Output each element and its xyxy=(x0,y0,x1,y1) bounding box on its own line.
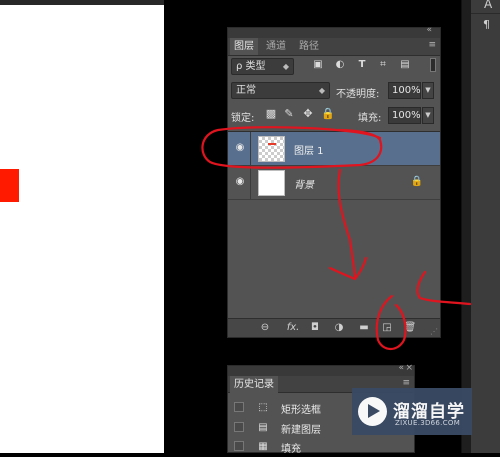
opacity-input[interactable]: 100% xyxy=(388,82,421,99)
adjustment-layer-icon[interactable]: ◑ xyxy=(332,321,346,335)
lock-fill-row: 锁定: ▩ ✎ ✥ 🔒 填充: 100% ▼ xyxy=(228,106,440,128)
history-item-label: 矩形选框 xyxy=(281,405,321,416)
filter-toggle-switch[interactable] xyxy=(430,58,436,72)
lock-all-icon[interactable]: 🔒 xyxy=(321,108,335,120)
collapse-icon[interactable]: « xyxy=(398,363,404,373)
delete-layer-icon[interactable]: 🗑 xyxy=(403,321,417,335)
tab-layers[interactable]: 图层 xyxy=(230,38,258,55)
dock-divider[interactable] xyxy=(461,0,471,453)
opacity-label: 不透明度: xyxy=(336,89,380,100)
document-canvas[interactable] xyxy=(0,5,164,453)
layer-name[interactable]: 背景 xyxy=(294,176,314,191)
layers-panel-tabs: 图层 通道 路径 ≡ xyxy=(228,38,440,56)
paragraph-panel-icon[interactable]: ¶ xyxy=(483,18,490,31)
watermark-subtitle: ZIXUE.3D66.COM xyxy=(395,419,461,427)
chevron-updown-icon: ◆ xyxy=(282,62,289,71)
blend-mode-select[interactable]: 正常 ◆ xyxy=(231,82,330,99)
blend-opacity-row: 正常 ◆ 不透明度: 100% ▼ xyxy=(228,80,440,102)
layer-thumbnail xyxy=(258,136,285,162)
tab-paths[interactable]: 路径 xyxy=(295,38,323,55)
search-icon: ρ xyxy=(236,61,243,72)
shape-filter-icon[interactable]: ⌗ xyxy=(378,60,388,70)
visibility-eye-icon[interactable]: ◉ xyxy=(234,142,246,154)
filter-kind-select[interactable]: ρ 类型 ◆ xyxy=(231,58,294,75)
fill-dropdown-button[interactable]: ▼ xyxy=(422,107,434,124)
new-group-icon[interactable]: ▬ xyxy=(357,321,371,335)
watermark-logo-icon xyxy=(358,397,387,426)
layers-bottom-toolbar: ⊖ fx. ◘ ◑ ▬ ◲ 🗑 ⋰ xyxy=(228,318,440,337)
thumbnail-red-mark xyxy=(268,143,276,145)
history-source-checkbox[interactable] xyxy=(234,422,244,432)
chevron-updown-icon: ◆ xyxy=(318,86,325,95)
eye-column-divider xyxy=(250,132,251,165)
rectangular-marquee-icon: ⬚ xyxy=(258,402,268,413)
play-icon xyxy=(368,404,380,418)
layer-thumbnail xyxy=(258,170,285,196)
lock-position-icon[interactable]: ✥ xyxy=(302,108,314,120)
opacity-dropdown-button[interactable]: ▼ xyxy=(422,82,434,99)
adjustment-filter-icon[interactable]: ◐ xyxy=(335,60,345,70)
layer-lock-icon: 🔒 xyxy=(410,176,423,187)
panel-titlebar[interactable]: « × xyxy=(228,363,414,376)
history-source-checkbox[interactable] xyxy=(234,402,244,412)
collapse-icon[interactable]: « xyxy=(426,25,432,35)
new-layer-icon[interactable]: ◲ xyxy=(380,321,394,335)
lock-label: 锁定: xyxy=(231,113,255,124)
watermark: 溜溜自学 ZIXUE.3D66.COM xyxy=(352,388,472,435)
eye-column-divider xyxy=(250,166,251,199)
layers-list: ◉ 图层 1 ◉ 背景 🔒 xyxy=(228,131,440,322)
history-item-label: 新建图层 xyxy=(281,425,321,436)
blend-mode-value: 正常 xyxy=(236,85,256,96)
visibility-eye-icon[interactable]: ◉ xyxy=(234,176,246,188)
history-item[interactable]: ▦ 填充 xyxy=(228,437,414,457)
layers-panel: « 图层 通道 路径 ≡ ρ 类型 ◆ ▣ ◐ T ⌗ ▤ 正常 ◆ 不透明度:… xyxy=(227,25,441,338)
layer-row-background[interactable]: ◉ 背景 🔒 xyxy=(228,166,440,200)
fill-label: 填充: xyxy=(358,113,382,124)
dock-separator xyxy=(471,13,500,14)
new-layer-icon: ▤ xyxy=(258,422,268,433)
tab-channels[interactable]: 通道 xyxy=(262,38,290,55)
panel-menu-icon[interactable]: ≡ xyxy=(428,40,436,50)
panel-menu-icon[interactable]: ≡ xyxy=(402,378,410,388)
lock-image-pixels-icon[interactable]: ✎ xyxy=(283,108,295,120)
lock-transparent-pixels-icon[interactable]: ▩ xyxy=(265,108,277,120)
image-filter-icon[interactable]: ▣ xyxy=(313,60,323,70)
panel-titlebar[interactable]: « xyxy=(228,25,440,38)
red-rectangle-shape xyxy=(0,169,19,202)
character-panel-icon[interactable]: A xyxy=(484,0,492,11)
link-layers-icon[interactable]: ⊖ xyxy=(258,321,272,335)
layer-name[interactable]: 图层 1 xyxy=(294,142,324,157)
text-filter-icon[interactable]: T xyxy=(357,60,367,70)
fill-icon: ▦ xyxy=(258,441,268,452)
layer-filter-row: ρ 类型 ◆ ▣ ◐ T ⌗ ▤ xyxy=(228,56,440,78)
smart-object-filter-icon[interactable]: ▤ xyxy=(400,60,410,70)
fx-icon[interactable]: fx. xyxy=(282,321,304,335)
layer-row-layer1[interactable]: ◉ 图层 1 xyxy=(228,132,440,166)
filter-kind-label: 类型 xyxy=(245,61,266,72)
layer-mask-icon[interactable]: ◘ xyxy=(308,321,322,335)
close-icon[interactable]: × xyxy=(405,363,413,373)
history-source-checkbox[interactable] xyxy=(234,441,244,451)
fill-input[interactable]: 100% xyxy=(388,107,421,124)
right-dock-strip: A ¶ xyxy=(471,0,500,453)
tab-history[interactable]: 历史记录 xyxy=(230,376,278,393)
resize-grip-icon[interactable]: ⋰ xyxy=(430,327,438,336)
